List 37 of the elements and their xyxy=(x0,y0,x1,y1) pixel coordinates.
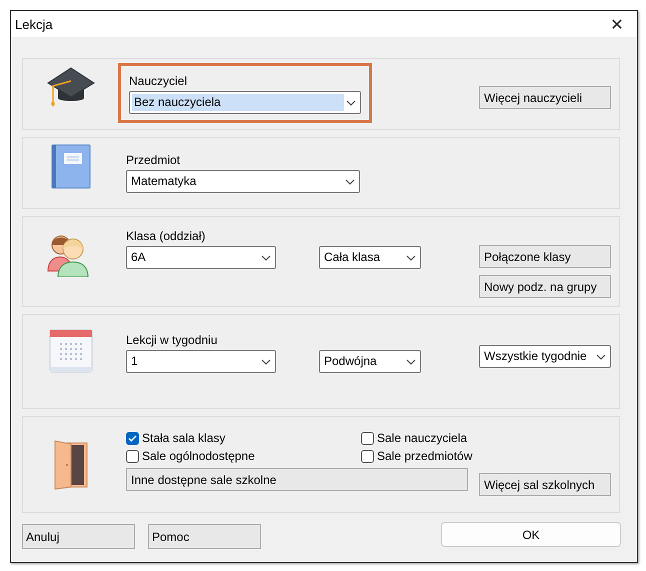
ok-button[interactable]: OK xyxy=(441,522,621,547)
chevron-down-icon xyxy=(261,358,271,364)
close-button[interactable]: ✕ xyxy=(597,11,637,37)
window-title: Lekcja xyxy=(15,16,53,32)
chevron-down-icon xyxy=(345,178,355,184)
dropdown[interactable]: Podwójna xyxy=(319,350,421,373)
dropdown[interactable]: Cała klasa xyxy=(319,246,421,269)
checkbox[interactable]: Sale ogólnodostępne xyxy=(126,449,361,463)
door-icon xyxy=(52,438,88,490)
field-label: Klasa (oddział) xyxy=(126,229,206,243)
checkbox[interactable]: Sale przedmiotów xyxy=(361,449,473,463)
chevron-down-icon xyxy=(346,100,356,106)
field-label: Lekcji w tygodniu xyxy=(126,333,218,347)
chevron-down-icon xyxy=(406,254,416,260)
field-label: Przedmiot xyxy=(126,153,182,167)
calendar-icon xyxy=(48,329,92,373)
checkmark-icon xyxy=(128,434,137,442)
dropdown[interactable]: Matematyka xyxy=(126,170,360,193)
chevron-down-icon xyxy=(596,354,606,360)
footer-button[interactable]: Pomoc xyxy=(148,524,261,549)
rooms-field[interactable]: Inne dostępne sale szkolne xyxy=(126,468,468,491)
chevron-down-icon xyxy=(261,254,271,260)
dropdown[interactable]: Wszystkie tygodnie xyxy=(479,345,611,368)
side-button[interactable]: Więcej sal szkolnych xyxy=(479,473,611,496)
footer-button[interactable]: Anuluj xyxy=(22,524,135,549)
field-label: Nauczyciel xyxy=(129,74,188,88)
book-icon xyxy=(50,144,90,189)
checkbox[interactable]: Stała sala klasy xyxy=(126,431,361,445)
graduation-cap-icon xyxy=(46,66,96,108)
side-button[interactable]: Nowy podz. na grupy xyxy=(479,275,611,298)
side-button[interactable]: Więcej nauczycieli xyxy=(479,86,611,109)
dropdown[interactable]: Bez nauczyciela xyxy=(129,91,361,114)
chevron-down-icon xyxy=(406,358,416,364)
side-button[interactable]: Połączone klasy xyxy=(479,245,611,268)
dropdown[interactable]: 6A xyxy=(126,246,276,269)
dropdown[interactable]: 1 xyxy=(126,350,276,373)
checkbox[interactable]: Sale nauczyciela xyxy=(361,431,473,445)
